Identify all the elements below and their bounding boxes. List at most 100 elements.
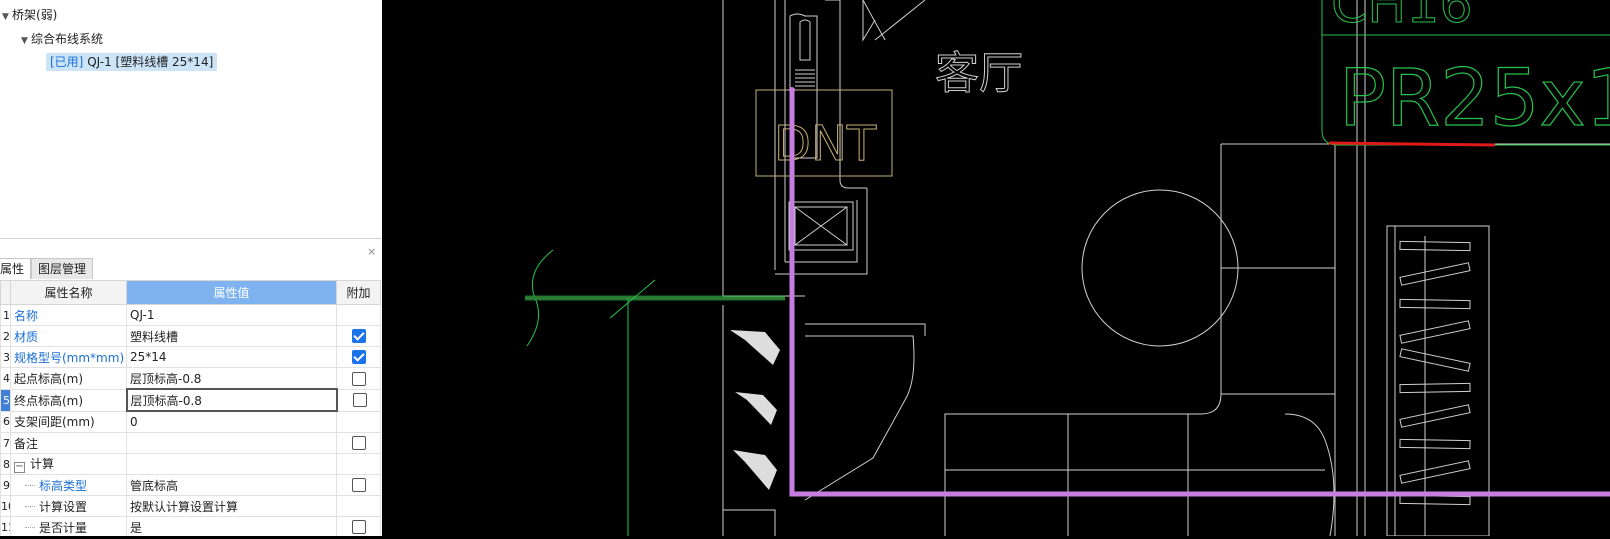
property-value-cell[interactable]: 25*14 xyxy=(126,346,337,368)
table-row[interactable]: 5 终点标高(m) 层顶标高-0.8 xyxy=(0,388,381,412)
row-number: 10 xyxy=(0,495,11,517)
property-name-cell: 备注 xyxy=(10,432,127,454)
property-value-cell[interactable] xyxy=(126,453,337,475)
extra-checkbox[interactable] xyxy=(352,329,366,344)
property-name: 备注 xyxy=(14,436,39,451)
property-value-cell[interactable] xyxy=(126,432,337,454)
tab-properties[interactable]: 属性 xyxy=(0,258,32,279)
property-name-cell: − 计算 xyxy=(10,453,127,475)
row-number: 3 xyxy=(0,346,11,368)
tree-node-leaf-selected[interactable]: [已用] QJ-1 [塑料线槽 25*14] xyxy=(46,53,218,71)
room-label: 客厅 xyxy=(935,48,1023,99)
property-name-cell: 是否计量 xyxy=(10,516,127,536)
property-table: 属性名称 属性值 附加 1 名称 QJ-1 2 材质 塑料线槽 3 规格型号(mm*mm) 25… xyxy=(0,280,381,536)
property-value-cell[interactable]: 层顶标高-0.8 xyxy=(126,367,337,390)
extra-cell xyxy=(336,516,381,536)
pipe-spec-label: PR25x14 xyxy=(1339,54,1610,144)
property-name-cell: 支架间距(mm) xyxy=(10,410,127,433)
table-row[interactable]: 9 标高类型 管底标高 xyxy=(0,474,381,496)
header-property-name: 属性名称 xyxy=(10,280,127,305)
table-row[interactable]: 4 起点标高(m) 层顶标高-0.8 xyxy=(0,367,381,390)
property-name: 材质 xyxy=(14,329,39,344)
property-name: 计算 xyxy=(30,457,55,471)
property-value-cell[interactable]: 按默认计算设置计算 xyxy=(126,495,337,517)
row-number: 7 xyxy=(0,432,11,454)
extra-cell xyxy=(336,474,381,496)
panel-tabs: 属性 图层管理 xyxy=(0,258,382,280)
header-property-value: 属性值 xyxy=(126,280,337,305)
property-name: 终点标高(m) xyxy=(14,393,84,408)
extra-cell xyxy=(336,410,381,433)
tree-node-label: QJ-1 [塑料线槽 25*14] xyxy=(87,55,214,69)
table-row[interactable]: 1 名称 QJ-1 xyxy=(0,304,381,326)
extra-cell xyxy=(336,388,381,412)
property-name-cell: 材质 xyxy=(10,325,127,347)
extra-checkbox[interactable] xyxy=(352,393,367,408)
left-panel: ▼ 桥架(弱) ▼ 综合布线系统 [已用] QJ-1 [塑料线槽 25*14] × … xyxy=(0,0,382,536)
row-number: 1 xyxy=(0,304,11,326)
property-name: 计算设置 xyxy=(39,499,88,514)
table-row[interactable]: 6 支架间距(mm) 0 xyxy=(0,410,381,433)
property-name: 标高类型 xyxy=(39,478,88,493)
red-marker-line xyxy=(1328,141,1496,147)
row-number: 2 xyxy=(0,325,11,347)
property-name: 支架间距(mm) xyxy=(14,415,95,430)
property-name: 起点标高(m) xyxy=(14,371,84,386)
property-name: 是否计量 xyxy=(39,520,88,535)
expand-arrow-icon[interactable]: ▼ xyxy=(2,8,12,26)
property-name-cell: 规格型号(mm*mm) xyxy=(10,346,127,368)
extra-cell xyxy=(336,453,381,475)
extra-checkbox[interactable] xyxy=(352,371,366,386)
tree-node-child[interactable]: ▼ 综合布线系统 xyxy=(21,30,103,48)
row-number: 6 xyxy=(0,410,11,433)
property-value-cell[interactable]: 塑料线槽 xyxy=(126,325,337,347)
tree-node-root[interactable]: ▼ 桥架(弱) xyxy=(2,6,57,24)
table-row[interactable]: 2 材质 塑料线槽 xyxy=(0,325,381,347)
header-rownum xyxy=(0,280,11,305)
tree-node-label: 桥架(弱) xyxy=(12,8,58,22)
extra-checkbox[interactable] xyxy=(352,520,366,535)
property-name: 规格型号(mm*mm) xyxy=(14,350,125,365)
distribution-box-label: DNT xyxy=(774,116,877,172)
table-row[interactable]: 8− 计算 xyxy=(0,453,381,475)
property-value-cell[interactable]: 层顶标高-0.8 xyxy=(125,388,338,412)
extra-cell xyxy=(336,495,381,517)
cad-drawing-canvas[interactable]: 客厅 DNT СН16 PR25x14 xyxy=(385,0,1610,537)
table-row[interactable]: 3 规格型号(mm*mm) 25*14 xyxy=(0,346,381,368)
property-name-cell: 终点标高(m) xyxy=(10,388,127,412)
extra-checkbox[interactable] xyxy=(352,350,366,365)
property-value-cell[interactable]: QJ-1 xyxy=(126,304,337,326)
top-label-partial: СН16 xyxy=(1331,0,1473,35)
expand-arrow-icon[interactable]: ▼ xyxy=(21,32,31,50)
property-name-cell: 名称 xyxy=(10,304,127,326)
extra-checkbox[interactable] xyxy=(352,478,366,493)
extra-cell xyxy=(336,432,381,454)
component-tree: ▼ 桥架(弱) ▼ 综合布线系统 [已用] QJ-1 [塑料线槽 25*14] xyxy=(0,0,382,239)
extra-checkbox[interactable] xyxy=(352,436,366,451)
collapse-icon[interactable]: − xyxy=(14,462,25,473)
property-value-cell[interactable]: 是 xyxy=(126,516,337,536)
row-number: 11 xyxy=(0,516,11,536)
used-tag: [已用] xyxy=(50,55,84,69)
row-number: 8 xyxy=(0,453,11,475)
property-value-cell[interactable]: 管底标高 xyxy=(126,474,337,496)
extra-cell xyxy=(336,346,381,368)
property-name-cell: 计算设置 xyxy=(10,495,127,517)
property-value-cell[interactable]: 0 xyxy=(126,410,337,433)
property-name: 名称 xyxy=(14,308,39,323)
table-header-row: 属性名称 属性值 附加 xyxy=(0,280,381,305)
property-name-cell: 起点标高(m) xyxy=(10,367,127,390)
row-number: 4 xyxy=(0,367,11,390)
close-icon[interactable]: × xyxy=(367,246,376,257)
extra-cell xyxy=(336,325,381,347)
header-extra: 附加 xyxy=(336,280,381,305)
tab-layer-management[interactable]: 图层管理 xyxy=(31,258,94,279)
tree-node-label: 综合布线系统 xyxy=(31,32,104,46)
table-row[interactable]: 10 计算设置 按默认计算设置计算 xyxy=(0,495,381,517)
table-row[interactable]: 11 是否计量 是 xyxy=(0,516,381,536)
table-row[interactable]: 7 备注 xyxy=(0,432,381,454)
extra-cell xyxy=(336,367,381,390)
extra-cell xyxy=(336,304,381,326)
property-name-cell: 标高类型 xyxy=(10,474,127,496)
row-number: 9 xyxy=(0,474,11,496)
